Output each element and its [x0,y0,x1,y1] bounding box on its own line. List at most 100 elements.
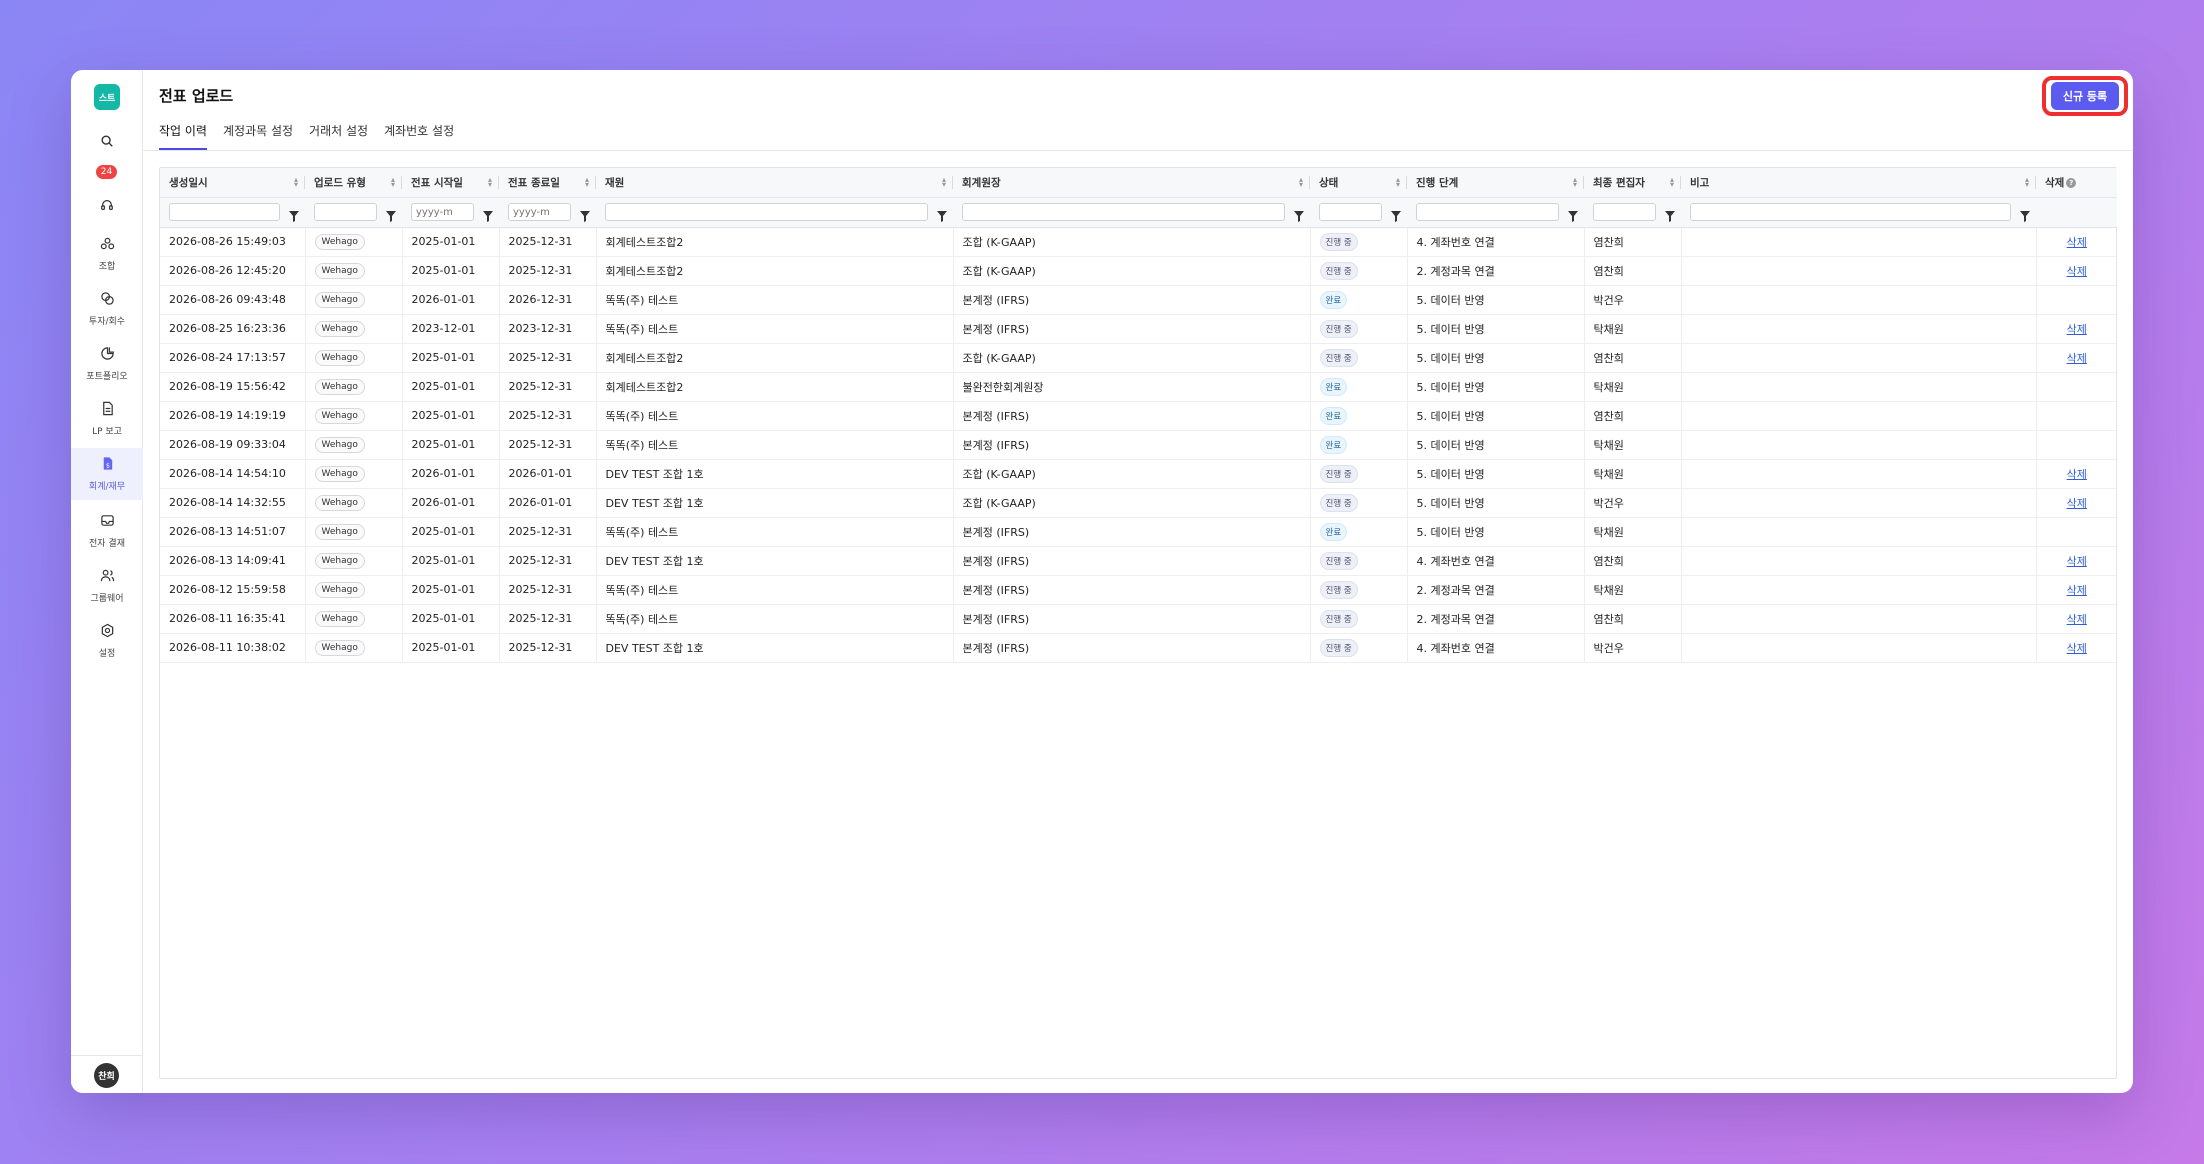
column-filter-input[interactable] [605,203,928,221]
table-row[interactable]: 2026-08-24 17:13:57 Wehago 2025-01-01 2025-… [160,343,2117,373]
notification-badge[interactable]: 24 [96,165,117,179]
filter-icon[interactable] [1294,207,1304,222]
delete-link[interactable]: 삭제 [2067,323,2087,336]
sort-icon[interactable]: ▴ ▾ [294,176,298,189]
table-row[interactable]: 2026-08-25 16:23:36 Wehago 2023-12-01 2023-… [160,314,2117,344]
column-filter-input[interactable] [1319,203,1382,221]
sidebar-item-gear[interactable]: 설정 [71,615,143,667]
search-icon[interactable] [71,134,143,148]
column-filter-input[interactable] [1593,203,1656,221]
cell-note [1681,314,2037,344]
cell-text: 똑똑(주) 테스트 [605,438,679,452]
sort-icon[interactable]: ▴ ▾ [1573,176,1577,189]
cell-text: 본계정 (IFRS) [962,583,1030,597]
column-header[interactable]: 전표 종료일 ▴ ▾ [499,168,596,198]
column-filter-input[interactable] [1416,203,1559,221]
table-row[interactable]: 2026-08-26 09:43:48 Wehago 2026-01-01 2026-… [160,285,2117,315]
delete-link[interactable]: 삭제 [2067,642,2087,655]
filter-icon[interactable] [386,207,396,222]
sort-icon[interactable]: ▴ ▾ [942,176,946,189]
cell-status: 완료 [1310,517,1408,547]
delete-link[interactable]: 삭제 [2067,555,2087,568]
delete-link[interactable]: 삭제 [2067,352,2087,365]
column-filter-input[interactable] [508,203,571,221]
cell-end: 2025-12-31 [499,401,597,431]
column-filter-input[interactable] [1690,203,2011,221]
filter-icon[interactable] [2020,207,2030,222]
delete-link[interactable]: 삭제 [2067,497,2087,510]
sort-icon[interactable]: ▴ ▾ [488,176,492,189]
help-icon[interactable]: ? [2066,177,2077,188]
sort-icon[interactable]: ▴ ▾ [585,176,589,189]
column-header[interactable]: 진행 단계 ▴ ▾ [1407,168,1584,198]
delete-link[interactable]: 삭제 [2067,265,2087,278]
table-row[interactable]: 2026-08-13 14:51:07 Wehago 2025-01-01 2025-… [160,517,2117,547]
filter-icon[interactable] [483,207,493,222]
table-row[interactable]: 2026-08-19 15:56:42 Wehago 2025-01-01 2025-… [160,372,2117,402]
column-header[interactable]: 비고 ▴ ▾ [1681,168,2036,198]
delete-link[interactable]: 삭제 [2067,468,2087,481]
sort-icon[interactable]: ▴ ▾ [1670,176,1674,189]
column-filter-input[interactable] [411,203,474,221]
table-row[interactable]: 2026-08-12 15:59:58 Wehago 2025-01-01 2025-… [160,575,2117,605]
table-row[interactable]: 2026-08-26 15:49:03 Wehago 2025-01-01 2025-… [160,227,2117,257]
cell-type: Wehago [305,517,403,547]
app-logo[interactable]: 스트 [94,84,120,110]
table-row[interactable]: 2026-08-19 14:19:19 Wehago 2025-01-01 2025-… [160,401,2117,431]
table-row[interactable]: 2026-08-19 09:33:04 Wehago 2025-01-01 2025-… [160,430,2117,460]
cell-status: 진행 중 [1310,227,1408,257]
filter-icon[interactable] [289,207,299,222]
sidebar-item-document[interactable]: LP 보고 [71,393,143,445]
delete-link[interactable]: 삭제 [2067,613,2087,626]
column-header[interactable]: 업로드 유형 ▴ ▾ [305,168,402,198]
sort-icon[interactable]: ▴ ▾ [1396,176,1400,189]
filter-icon[interactable] [1665,207,1675,222]
sidebar-item-cluster[interactable]: 조합 [71,228,143,280]
column-filter-input[interactable] [962,203,1285,221]
cell-status: 진행 중 [1310,488,1408,518]
avatar[interactable]: 찬희 [94,1063,119,1088]
table-row[interactable]: 2026-08-11 10:38:02 Wehago 2025-01-01 2025-… [160,633,2117,663]
sort-icon[interactable]: ▴ ▾ [391,176,395,189]
sidebar-item-pie-chart[interactable]: 포트폴리오 [71,338,143,390]
tab-0[interactable]: 작업 이력 [159,122,207,150]
filter-icon[interactable] [1568,207,1578,222]
tab-1[interactable]: 계정과목 설정 [223,122,293,150]
sidebar-item-ledger[interactable]: $ 회계/재무 [71,448,143,500]
headset-icon[interactable] [71,198,143,212]
column-header[interactable]: 생성일시 ▴ ▾ [160,168,305,198]
table-row[interactable]: 2026-08-11 16:35:41 Wehago 2025-01-01 2025-… [160,604,2117,634]
delete-link[interactable]: 삭제 [2067,584,2087,597]
cell-text: 똑똑(주) 테스트 [605,322,679,336]
table-row[interactable]: 2026-08-13 14:09:41 Wehago 2025-01-01 2025-… [160,546,2117,576]
table-row[interactable]: 2026-08-14 14:54:10 Wehago 2026-01-01 2026-… [160,459,2117,489]
column-header[interactable]: 삭제? [2036,168,2117,198]
tab-2[interactable]: 거래처 설정 [309,122,368,150]
cell-note [1681,633,2037,663]
cell-created: 2026-08-11 10:38:02 [160,633,306,663]
column-filter-input[interactable] [314,203,377,221]
cell-editor: 박건우 [1584,488,1682,518]
column-header[interactable]: 재원 ▴ ▾ [596,168,953,198]
sort-icon[interactable]: ▴ ▾ [1299,176,1303,189]
column-header[interactable]: 전표 시작일 ▴ ▾ [402,168,499,198]
table-row[interactable]: 2026-08-26 12:45:20 Wehago 2025-01-01 2025-… [160,256,2117,286]
filter-icon[interactable] [580,207,590,222]
column-header-label: 생성일시 [169,176,208,189]
new-register-button[interactable]: 신규 등록 [2051,82,2119,110]
tab-3[interactable]: 계좌번호 설정 [384,122,454,150]
cell-end: 2025-12-31 [499,575,597,605]
column-header[interactable]: 회계원장 ▴ ▾ [953,168,1310,198]
filter-icon[interactable] [937,207,947,222]
sidebar-item-inbox[interactable]: 전자 결재 [71,505,143,557]
sort-icon[interactable]: ▴ ▾ [2025,176,2029,189]
column-header[interactable]: 상태 ▴ ▾ [1310,168,1407,198]
column-header[interactable]: 최종 편집자 ▴ ▾ [1584,168,1681,198]
sidebar-item-users[interactable]: 그룹웨어 [71,560,143,612]
filter-icon[interactable] [1391,207,1401,222]
column-filter-input[interactable] [169,203,280,221]
table-row[interactable]: 2026-08-14 14:32:55 Wehago 2026-01-01 2026-… [160,488,2117,518]
delete-link[interactable]: 삭제 [2067,236,2087,249]
sidebar-item-exchange[interactable]: 투자/회수 [71,283,143,335]
cell-text: 2025-01-01 [411,235,476,248]
